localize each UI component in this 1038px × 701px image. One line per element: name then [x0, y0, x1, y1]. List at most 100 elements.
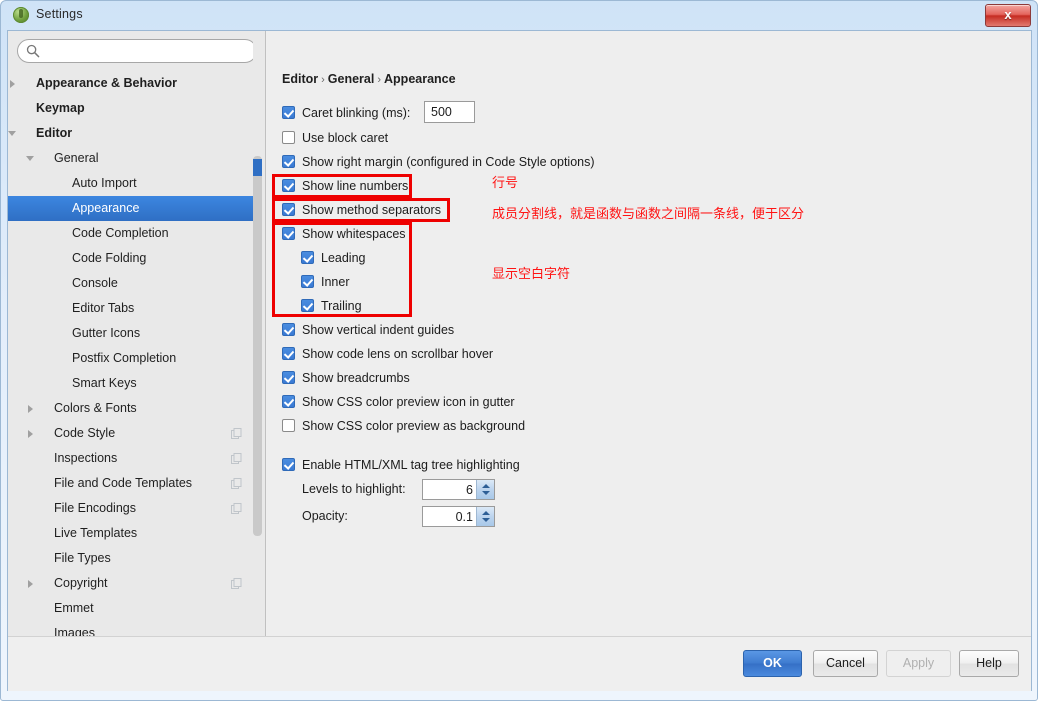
caret-blinking-input[interactable] [424, 101, 475, 123]
sidebar-item-gutter-icons[interactable]: Gutter Icons [8, 321, 264, 346]
checkbox-use-block-caret[interactable] [282, 131, 295, 144]
cancel-button[interactable]: Cancel [813, 650, 878, 677]
sidebar-item-editor-tabs[interactable]: Editor Tabs [8, 296, 264, 321]
levels-to-highlight-input[interactable] [423, 480, 477, 499]
copy-icon[interactable] [231, 453, 242, 464]
sidebar-item-label: Code Completion [72, 226, 169, 240]
option-label: Show CSS color preview icon in gutter [302, 395, 515, 409]
sidebar-item-emmet[interactable]: Emmet [8, 596, 264, 621]
chevron-right-icon[interactable] [24, 571, 40, 596]
sidebar-item-copyright[interactable]: Copyright [8, 571, 264, 596]
chevron-right-icon[interactable] [8, 71, 22, 96]
sidebar-item-code-folding[interactable]: Code Folding [8, 246, 264, 271]
sidebar-item-auto-import[interactable]: Auto Import [8, 171, 264, 196]
window-title: Settings [36, 7, 83, 21]
checkbox-show-line-numbers[interactable] [282, 179, 295, 192]
sidebar-item-file-types[interactable]: File Types [8, 546, 264, 571]
option-label: Show breadcrumbs [302, 371, 410, 385]
spinner-buttons[interactable] [476, 480, 494, 499]
copy-icon[interactable] [231, 428, 242, 439]
copy-icon[interactable] [231, 478, 242, 489]
option-label: Show method separators [302, 203, 441, 217]
sidebar-item-label: Postfix Completion [72, 351, 177, 365]
sidebar-item-appearance-behavior[interactable]: Appearance & Behavior [8, 71, 264, 96]
option-label: Inner [321, 275, 350, 289]
sidebar-item-label: Editor Tabs [72, 301, 135, 315]
checkbox-trailing[interactable] [301, 299, 314, 312]
sidebar-item-inspections[interactable]: Inspections [8, 446, 264, 471]
checkbox-show-method-separators[interactable] [282, 203, 295, 216]
sidebar-item-smart-keys[interactable]: Smart Keys [8, 371, 264, 396]
sidebar-item-editor[interactable]: Editor [8, 121, 264, 146]
chevron-right-icon[interactable] [24, 396, 40, 421]
checkbox-show-code-lens[interactable] [282, 347, 295, 360]
copy-icon[interactable] [231, 503, 242, 514]
sidebar-item-postfix-completion[interactable]: Postfix Completion [8, 346, 264, 371]
option-label: Show code lens on scrollbar hover [302, 347, 494, 361]
breadcrumb-separator-2: › [377, 74, 382, 86]
spinner-buttons[interactable] [476, 507, 494, 526]
settings-tree[interactable]: Appearance & Behavior Keymap Editor General… [8, 71, 264, 636]
sidebar-item-label: Copyright [54, 576, 108, 590]
sidebar-item-label: File Encodings [54, 501, 136, 515]
option-label: Show line numbers [302, 179, 409, 193]
sidebar-item-code-completion[interactable]: Code Completion [8, 221, 264, 246]
search-input[interactable] [17, 39, 257, 63]
sidebar-item-file-and-code-templates[interactable]: File and Code Templates [8, 471, 264, 496]
sidebar-item-keymap[interactable]: Keymap [8, 96, 264, 121]
checkbox-inner[interactable] [301, 275, 314, 288]
checkbox-enable-tag-tree-highlighting[interactable] [282, 458, 295, 471]
breadcrumb-mid[interactable]: General [328, 72, 375, 86]
close-icon: x [1004, 7, 1012, 22]
breadcrumb-root[interactable]: Editor [282, 72, 318, 86]
sidebar-item-colors-fonts[interactable]: Colors & Fonts [8, 396, 264, 421]
chevron-down-icon[interactable] [482, 518, 490, 522]
opacity-input[interactable] [423, 507, 477, 526]
close-button[interactable]: x [985, 4, 1031, 27]
copy-icon[interactable] [231, 578, 242, 589]
sidebar-scrollbar-thumb[interactable] [253, 156, 262, 536]
checkbox-show-breadcrumbs[interactable] [282, 371, 295, 384]
checkbox-caret-blinking[interactable] [282, 106, 295, 119]
sidebar-item-file-encodings[interactable]: File Encodings [8, 496, 264, 521]
sidebar-item-label: File Types [54, 551, 111, 565]
checkbox-show-css-color-preview-background[interactable] [282, 419, 295, 432]
help-button[interactable]: Help [959, 650, 1019, 677]
title-bar: Settings x [1, 1, 1038, 30]
option-label: Trailing [321, 299, 362, 313]
sidebar-item-label: Smart Keys [72, 376, 137, 390]
checkbox-show-vertical-indent-guides[interactable] [282, 323, 295, 336]
checkbox-show-css-color-preview-gutter[interactable] [282, 395, 295, 408]
chevron-down-icon[interactable] [24, 146, 40, 171]
ok-button[interactable]: OK [743, 650, 802, 677]
sidebar-item-console[interactable]: Console [8, 271, 264, 296]
checkbox-show-right-margin[interactable] [282, 155, 295, 168]
chevron-down-icon[interactable] [8, 121, 22, 146]
sidebar-item-label: Auto Import [72, 176, 137, 190]
levels-to-highlight-label: Levels to highlight: [302, 482, 406, 496]
checkbox-show-whitespaces[interactable] [282, 227, 295, 240]
sidebar-item-label: Appearance [72, 201, 140, 215]
sidebar-item-general[interactable]: General [8, 146, 264, 171]
app-logo-icon [13, 7, 29, 23]
chevron-right-icon[interactable] [24, 421, 40, 446]
chevron-up-icon[interactable] [482, 484, 490, 488]
chevron-up-icon[interactable] [482, 511, 490, 515]
search-box[interactable] [17, 39, 257, 63]
breadcrumb-separator-1: › [321, 74, 325, 86]
settings-window: Settings x Appearance & Behavior Keymap Ed… [0, 0, 1038, 701]
sidebar-scrollbar-track[interactable] [253, 31, 264, 596]
sidebar-item-label: Emmet [54, 601, 94, 615]
settings-detail-pane: Editor › General › Appearance Caret blinking… [267, 31, 1031, 636]
dialog-button-bar: OK Cancel Apply Help [8, 636, 1031, 691]
sidebar-item-images[interactable]: Images [8, 621, 264, 636]
opacity-spinner[interactable] [422, 506, 495, 527]
sidebar-item-live-templates[interactable]: Live Templates [8, 521, 264, 546]
chevron-down-icon[interactable] [482, 491, 490, 495]
levels-to-highlight-spinner[interactable] [422, 479, 495, 500]
sidebar-item-code-style[interactable]: Code Style [8, 421, 264, 446]
sidebar-item-appearance[interactable]: Appearance [8, 196, 264, 221]
checkbox-leading[interactable] [301, 251, 314, 264]
sidebar-item-label: Images [54, 626, 95, 636]
sidebar-item-label: Inspections [54, 451, 118, 465]
